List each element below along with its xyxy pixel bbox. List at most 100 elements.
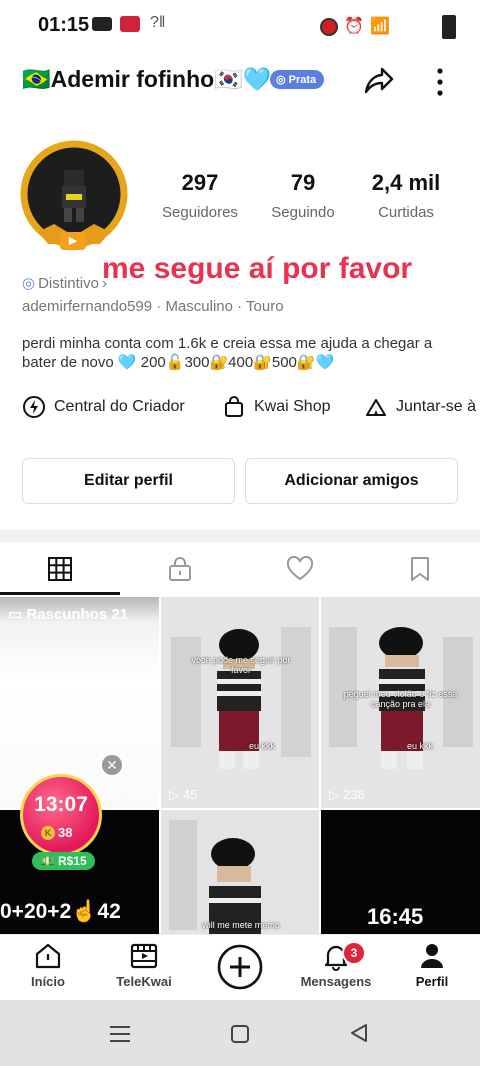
alarm-icon: ⏰ [344,18,364,35]
live-play-icon: ▶ [60,232,86,250]
status-bar: 01:15 ?‖ ⏰ 📶 [0,0,480,52]
nav-profile-label: Perfil [415,974,449,989]
badge-ring-icon: ◎ [22,275,36,292]
heart-icon [286,556,314,581]
reward-value: R$15 [57,854,87,868]
video-cell[interactable]: peguei meu violão e fiz essa canção pra … [321,597,480,808]
more-options-icon[interactable] [430,66,450,98]
person-icon [421,944,443,968]
youtube-icon [92,17,112,31]
tab-liked[interactable] [240,542,360,596]
nav-home[interactable]: Início [0,941,96,989]
edit-profile-button[interactable]: Editar perfil [22,458,235,504]
coin-icon: K [41,825,55,840]
promo-text: 0+20+2☝️42 [0,900,121,923]
profile-display-name: 🇧🇷Ademir fofinho🇰🇷🩵 [22,66,272,92]
kwai-shop-link[interactable]: Kwai Shop [222,395,331,419]
nav-home-label: Início [31,974,65,989]
video-caption: peguei meu violão e fiz essa canção pra … [343,689,458,709]
video-thumbnail [161,810,319,934]
nav-telekwai-label: TeleKwai [116,974,172,989]
view-count: ▷ 238 [329,787,365,803]
view-count: ▷ 45 [169,787,197,803]
video-subcaption: eu kkk [249,741,276,751]
share-icon[interactable] [360,64,396,100]
followers-count[interactable]: 297 [145,170,255,196]
nav-telekwai[interactable]: TeleKwai [96,941,192,989]
status-time: 01:15 [38,14,90,36]
active-tab-indicator [0,592,120,595]
distintivo-link[interactable]: ◎ Distintivo › [22,274,107,293]
creator-center-link[interactable]: Central do Criador [22,395,185,419]
nav-profile[interactable]: Perfil [384,941,480,989]
video-duration: 16:45 [367,904,424,929]
play-outline-icon: ▷ [169,787,179,802]
video-subcaption: eu kkk [407,741,434,751]
recorder-icon [120,16,140,32]
add-friends-button[interactable]: Adicionar amigos [245,458,458,504]
gender: Masculino [165,298,233,315]
drafts-label: ▭ Rascunhos 21 [8,605,128,623]
lock-icon [169,557,191,581]
video-caption: will me mete memo [202,920,280,930]
nav-messages[interactable]: Mensagens 3 [288,941,384,989]
likes-label: Curtidas [378,204,434,221]
followers-label[interactable]: Seguidores [145,204,255,221]
view-count-value: 45 [183,787,198,802]
coin-count-value: 38 [58,825,73,840]
drafts-cell[interactable]: ▭ Rascunhos 21 ✕ [0,597,159,808]
reward-timer-widget[interactable]: 13:07 K 38 [20,774,102,856]
distintivo-label: Distintivo [38,274,99,292]
separator-dot: · [237,298,247,315]
film-icon [130,943,158,969]
signal-icon: ?‖ [150,14,166,31]
reward-pill[interactable]: 💵 R$15 [32,852,95,870]
play-outline-icon: ▷ [329,787,339,802]
avatar[interactable]: ▶ [20,140,128,250]
zodiac-sign: Touro [246,298,284,315]
recent-apps-icon[interactable] [108,1024,132,1044]
username: ademirfernando599 [22,298,153,315]
lightning-circle-icon [23,396,45,418]
profile-meta: ademirfernando599 · Masculino · Touro [22,298,284,315]
nav-create[interactable] [192,943,288,994]
chevron-right-icon: › [101,274,107,292]
join-link[interactable]: Juntar-se à [364,395,476,419]
video-thumbnail [161,597,319,808]
back-icon[interactable] [348,1022,370,1044]
tab-videos[interactable] [0,542,120,596]
drafts-icon: ▭ [8,606,27,623]
plus-circle-icon [217,944,263,990]
video-caption: você pode me seguir por favor [191,655,291,675]
close-icon[interactable]: ✕ [102,755,122,775]
kwai-shop-label: Kwai Shop [254,398,331,415]
rank-badge-label: Prata [288,74,317,86]
notification-badge: 3 [342,941,366,965]
following-label[interactable]: Seguindo [248,204,358,221]
tent-icon [366,399,386,416]
reward-timer: 13:07 [34,793,88,816]
shopping-bag-icon [225,396,243,417]
tab-saved[interactable] [360,542,480,596]
nav-messages-label: Mensagens [300,974,372,989]
likes-count: 2,4 mil [371,170,441,195]
coin-count: K 38 [41,825,72,840]
home-icon [35,943,61,969]
video-cell[interactable]: 16:45 [321,810,480,934]
drafts-text: Rascunhos 21 [26,606,129,623]
video-cell[interactable]: will me mete memo [161,810,319,934]
following-count[interactable]: 79 [248,170,358,196]
grid-icon [48,557,72,581]
money-icon: 💵 [40,854,55,868]
system-nav-bar [0,1000,480,1066]
rank-badge[interactable]: ◎ Prata [270,70,325,89]
content-tabs [0,542,480,596]
tab-private[interactable] [120,542,240,596]
home-button-icon[interactable] [230,1024,250,1044]
record-dot-icon [320,18,338,36]
battery-icon [442,15,456,39]
section-divider [0,530,480,542]
join-label: Juntar-se à [396,398,477,415]
video-cell[interactable]: você pode me seguir por favor eu kkk ▷ 45 [161,597,319,808]
bookmark-icon [411,557,429,581]
